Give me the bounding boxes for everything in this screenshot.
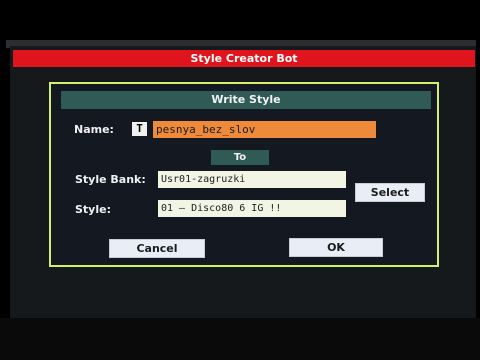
- style-bank-label: Style Bank:: [75, 173, 146, 186]
- style-label: Style:: [75, 203, 111, 216]
- to-label: To: [211, 150, 269, 165]
- ok-button[interactable]: OK: [289, 238, 383, 257]
- write-style-dialog: Write Style Name: T pesnya_bez_slov To S…: [49, 82, 439, 267]
- screen-bezel-bottom: [0, 318, 480, 360]
- text-edit-icon[interactable]: T: [132, 122, 147, 136]
- style-field[interactable]: 01 — Disco80 6 IG !!: [158, 200, 346, 217]
- cancel-button[interactable]: Cancel: [109, 239, 205, 258]
- name-label: Name:: [74, 123, 114, 136]
- dialog-title: Write Style: [61, 91, 431, 109]
- style-bank-field[interactable]: Usr01-zagruzki: [158, 171, 346, 188]
- window-title: Style Creator Bot: [190, 52, 298, 65]
- select-button[interactable]: Select: [355, 183, 425, 202]
- style-name-field[interactable]: pesnya_bez_slov: [153, 121, 376, 138]
- window-title-bar: Style Creator Bot: [13, 50, 475, 67]
